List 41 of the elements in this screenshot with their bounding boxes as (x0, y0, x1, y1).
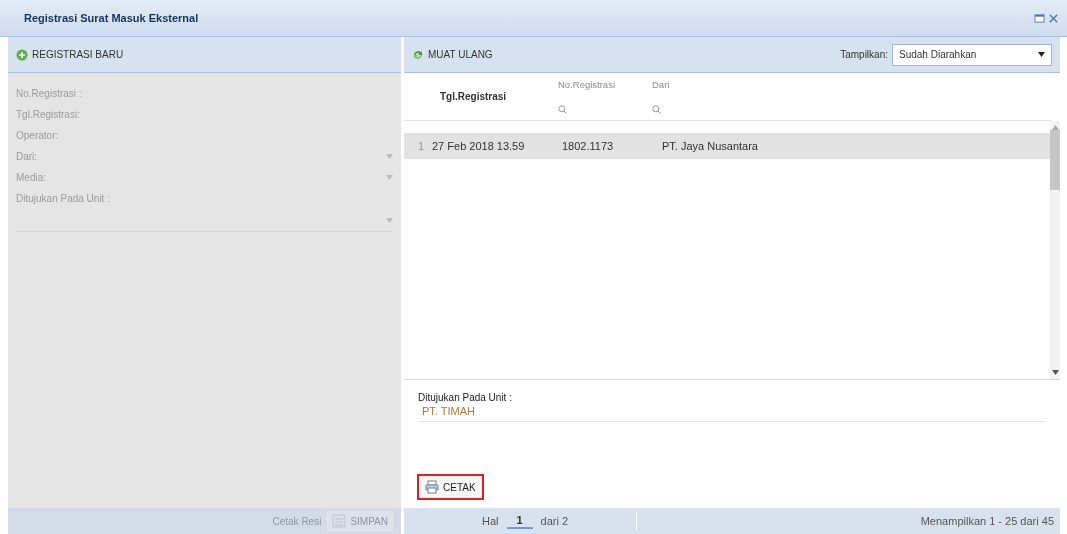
dropdown-arrow-icon (386, 217, 393, 223)
dropdown-arrow-icon (386, 175, 393, 180)
field-label: Dari: (16, 151, 39, 162)
field-label: Media: (16, 172, 47, 183)
dropdown-arrow-icon (1038, 52, 1045, 57)
window-icon (1034, 12, 1045, 24)
reload-button[interactable]: MUAT ULANG (412, 48, 493, 61)
field-label: No.Registrasi : (16, 88, 83, 99)
filter-label: Tampilkan: (840, 49, 888, 60)
detail-label: Ditujukan Pada Unit : (418, 392, 513, 403)
save-icon (332, 514, 347, 528)
column-header[interactable]: Dari (652, 79, 1052, 90)
filter-dropdown[interactable]: Sudah Diarahkan (892, 43, 1052, 66)
add-icon (16, 48, 28, 61)
maximize-button[interactable] (1034, 12, 1045, 24)
table-row[interactable]: 1 27 Feb 2018 13.59 1802.1173 PT. Jaya Nusantara (404, 133, 1050, 159)
page-total: dari 2 (540, 515, 569, 527)
close-button[interactable] (1048, 12, 1059, 24)
search-icon (652, 105, 661, 114)
pager-summary: Menampilkan 1 - 25 dari 45 (919, 515, 1054, 527)
page-label: Hal (482, 515, 499, 527)
refresh-icon (412, 48, 424, 61)
page-number-field[interactable]: 1 (506, 513, 533, 529)
window-title: Registrasi Surat Masuk Eksternal (24, 12, 200, 24)
column-header[interactable]: No.Registrasi (558, 79, 646, 90)
field-label: Operator: (16, 130, 60, 141)
scroll-down-icon (1051, 370, 1059, 375)
table-cell-text: 1802.1173 (561, 140, 615, 152)
scroll-thumb[interactable] (1050, 130, 1060, 190)
table-cell-text: PT. Jaya Nusantara (661, 140, 758, 152)
printer-icon (425, 480, 439, 494)
table-cell-text: 27 Feb 2018 13.59 (431, 140, 526, 152)
column-header[interactable]: Tgl.Registrasi (440, 91, 552, 102)
field-label: Tgl.Registrasi: (16, 109, 81, 120)
detail-value: PT. TIMAH (418, 403, 1046, 422)
close-icon (1048, 12, 1059, 24)
print-button[interactable]: CETAK (417, 474, 484, 500)
dropdown-arrow-icon (386, 154, 393, 159)
row-number: 1 (416, 140, 425, 152)
field-label: Ditujukan Pada Unit : (16, 193, 111, 204)
search-icon (558, 105, 567, 114)
